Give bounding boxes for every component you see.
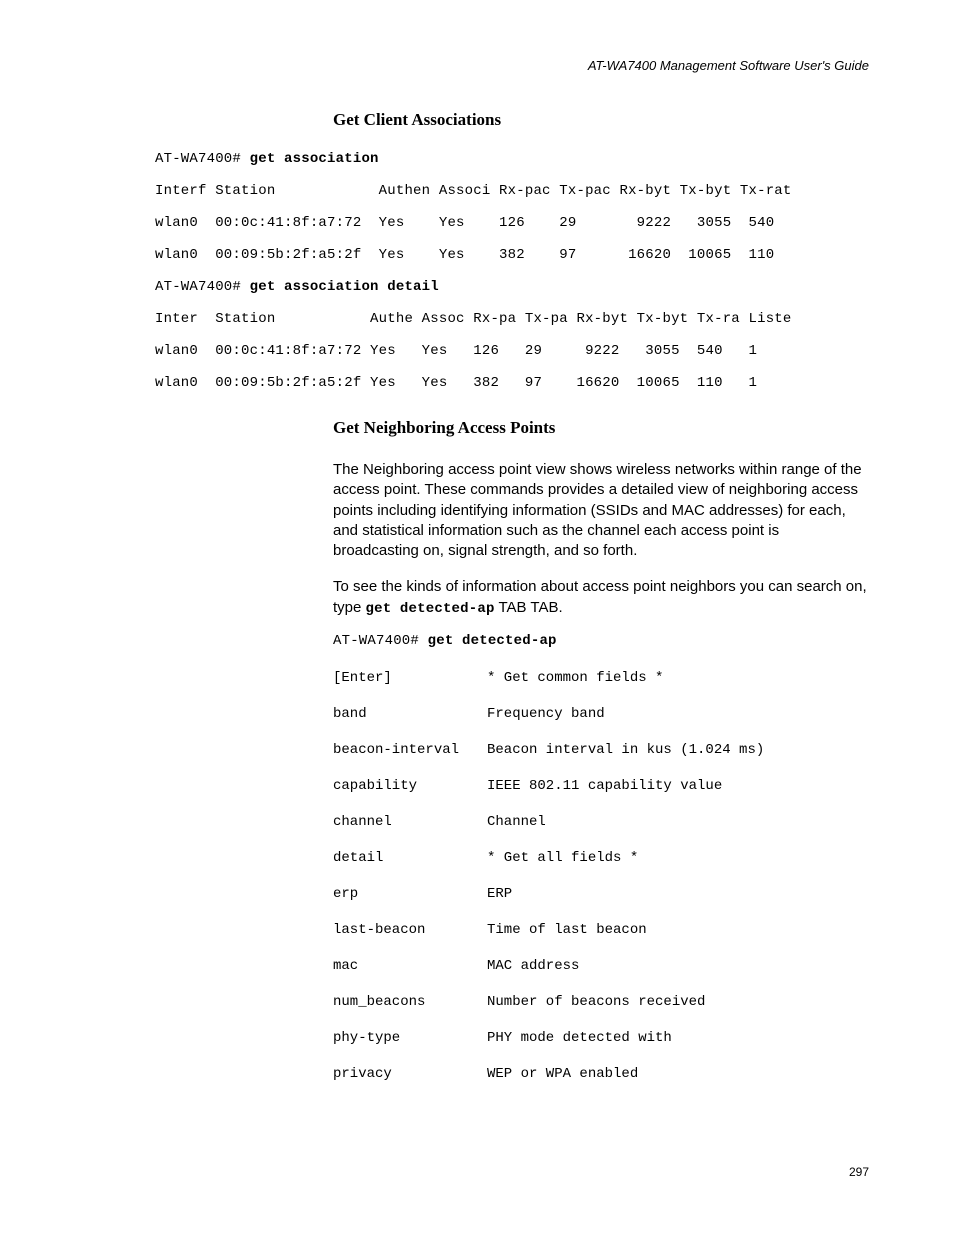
assoc-table-header: Interf Station Authen Associ Rx-pac Tx-p… bbox=[155, 184, 869, 198]
detected-ap-field-row: capabilityIEEE 802.11 capability value bbox=[333, 778, 869, 794]
cli-command: get association detail bbox=[250, 279, 439, 295]
para2-cmd: get detected-ap bbox=[366, 601, 495, 617]
detected-ap-field-row: phy-typePHY mode detected with bbox=[333, 1030, 869, 1046]
detected-ap-field-desc: Time of last beacon bbox=[487, 922, 647, 938]
detected-ap-field-row: detail* Get all fields * bbox=[333, 850, 869, 866]
assoc-table-row: wlan0 00:0c:41:8f:a7:72 Yes Yes 126 29 9… bbox=[155, 216, 869, 230]
detected-ap-field-desc: Beacon interval in kus (1.024 ms) bbox=[487, 742, 764, 758]
detected-ap-field-desc: MAC address bbox=[487, 958, 579, 974]
detected-ap-field-row: erpERP bbox=[333, 886, 869, 902]
detected-ap-field-key: band bbox=[333, 706, 487, 722]
detected-ap-field-row: privacyWEP or WPA enabled bbox=[333, 1066, 869, 1082]
detected-ap-field-key: last-beacon bbox=[333, 922, 487, 938]
cli-prompt-get-association-detail: AT-WA7400# get association detail bbox=[155, 280, 869, 294]
detected-ap-field-row: [Enter]* Get common fields * bbox=[333, 670, 869, 686]
cli-prompt-get-association: AT-WA7400# get association bbox=[155, 152, 869, 166]
assoc-detail-table-row: wlan0 00:0c:41:8f:a7:72 Yes Yes 126 29 9… bbox=[155, 344, 869, 358]
neighbor-para-1: The Neighboring access point view shows … bbox=[155, 460, 869, 561]
detected-ap-field-desc: * Get common fields * bbox=[487, 670, 663, 686]
section-heading-get-client-associations: Get Client Associations bbox=[155, 110, 869, 130]
detected-ap-field-desc: IEEE 802.11 capability value bbox=[487, 778, 722, 794]
detected-ap-field-key: mac bbox=[333, 958, 487, 974]
cli-prompt-prefix: AT-WA7400# bbox=[155, 279, 250, 295]
detected-ap-field-desc: WEP or WPA enabled bbox=[487, 1066, 638, 1082]
neighbor-para-2: To see the kinds of information about ac… bbox=[155, 577, 869, 618]
detected-ap-field-row: last-beaconTime of last beacon bbox=[333, 922, 869, 938]
cli-command: get association bbox=[250, 151, 379, 167]
cli-prompt-prefix: AT-WA7400# bbox=[155, 151, 250, 167]
header-guide-title: AT-WA7400 Management Software User's Gui… bbox=[588, 58, 869, 73]
detected-ap-field-desc: PHY mode detected with bbox=[487, 1030, 672, 1046]
detected-ap-field-key: privacy bbox=[333, 1066, 487, 1082]
detected-ap-field-key: channel bbox=[333, 814, 487, 830]
assoc-detail-table-row: wlan0 00:09:5b:2f:a5:2f Yes Yes 382 97 1… bbox=[155, 376, 869, 390]
cli-prompt-get-detected-ap: AT-WA7400# get detected-ap bbox=[333, 634, 869, 648]
section-heading-get-neighboring-aps: Get Neighboring Access Points bbox=[155, 418, 869, 438]
detected-ap-field-key: phy-type bbox=[333, 1030, 487, 1046]
cli-prompt-prefix: AT-WA7400# bbox=[333, 633, 428, 649]
detected-ap-field-key: beacon-interval bbox=[333, 742, 487, 758]
detected-ap-field-row: channelChannel bbox=[333, 814, 869, 830]
detected-ap-field-key: num_beacons bbox=[333, 994, 487, 1010]
detected-ap-field-key: erp bbox=[333, 886, 487, 902]
cli-command: get detected-ap bbox=[428, 633, 557, 649]
detected-ap-field-row: bandFrequency band bbox=[333, 706, 869, 722]
detected-ap-field-desc: Channel bbox=[487, 814, 546, 830]
page-number: 297 bbox=[849, 1165, 869, 1179]
detected-ap-field-desc: * Get all fields * bbox=[487, 850, 638, 866]
detected-ap-field-row: macMAC address bbox=[333, 958, 869, 974]
detected-ap-field-row: num_beaconsNumber of beacons received bbox=[333, 994, 869, 1010]
detected-ap-field-desc: ERP bbox=[487, 886, 512, 902]
detected-ap-field-desc: Number of beacons received bbox=[487, 994, 705, 1010]
assoc-table-row: wlan0 00:09:5b:2f:a5:2f Yes Yes 382 97 1… bbox=[155, 248, 869, 262]
detected-ap-field-key: detail bbox=[333, 850, 487, 866]
para2-post: TAB TAB. bbox=[495, 599, 563, 616]
detected-ap-field-key: capability bbox=[333, 778, 487, 794]
detected-ap-field-row: beacon-intervalBeacon interval in kus (1… bbox=[333, 742, 869, 758]
detected-ap-field-desc: Frequency band bbox=[487, 706, 605, 722]
detected-ap-field-key: [Enter] bbox=[333, 670, 487, 686]
assoc-detail-table-header: Inter Station Authe Assoc Rx-pa Tx-pa Rx… bbox=[155, 312, 869, 326]
